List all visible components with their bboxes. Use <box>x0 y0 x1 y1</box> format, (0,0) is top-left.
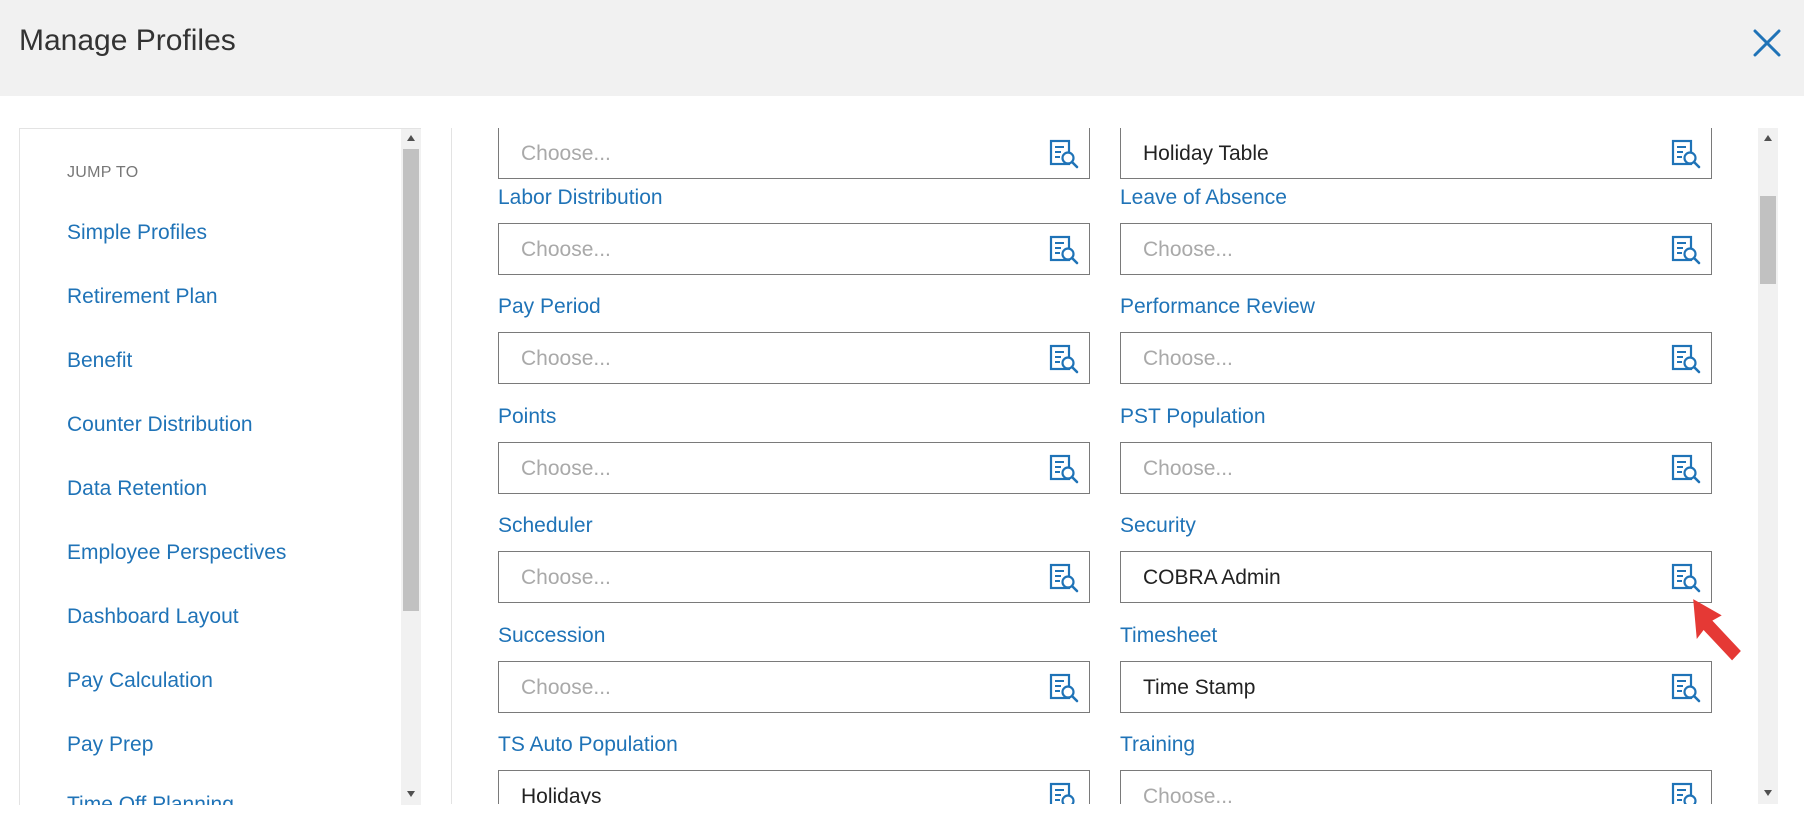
top-left-placeholder: Choose... <box>521 142 611 165</box>
ts-auto-population-label: TS Auto Population <box>498 733 678 756</box>
profiles-form: Choose... Holiday Table Labor Distributi… <box>452 128 1752 804</box>
scroll-down-arrow[interactable] <box>407 791 415 797</box>
search-list-icon[interactable] <box>1671 782 1701 804</box>
scroll-up-arrow[interactable] <box>407 135 415 141</box>
search-list-icon[interactable] <box>1049 782 1079 804</box>
top-left-input[interactable]: Choose... <box>498 128 1090 179</box>
ts-auto-population-value: Holidays <box>521 785 602 804</box>
jump-to-heading: JUMP TO <box>67 164 139 181</box>
succession-label: Succession <box>498 624 606 647</box>
labor-distribution-input[interactable]: Choose... <box>498 223 1090 275</box>
training-placeholder: Choose... <box>1143 785 1233 804</box>
performance-review-label: Performance Review <box>1120 295 1315 318</box>
labor-distribution-label: Labor Distribution <box>498 186 663 209</box>
points-input[interactable]: Choose... <box>498 442 1090 494</box>
performance-review-placeholder: Choose... <box>1143 347 1233 370</box>
search-list-icon[interactable] <box>1049 235 1079 265</box>
search-list-icon[interactable] <box>1049 563 1079 593</box>
scroll-up-arrow[interactable] <box>1764 135 1772 141</box>
content-scrollbar-thumb[interactable] <box>1760 196 1776 284</box>
jump-to-sidebar: JUMP TO Simple Profiles Retirement Plan … <box>19 128 421 805</box>
pst-population-placeholder: Choose... <box>1143 457 1233 480</box>
close-icon <box>1753 29 1781 57</box>
search-list-icon[interactable] <box>1671 139 1701 169</box>
security-label: Security <box>1120 514 1196 537</box>
red-arrow-pointer-icon <box>1693 599 1741 661</box>
scheduler-placeholder: Choose... <box>521 566 611 589</box>
sidebar-item-retirement-plan[interactable]: Retirement Plan <box>67 285 218 309</box>
scheduler-label: Scheduler <box>498 514 593 537</box>
sidebar-scrollbar-thumb[interactable] <box>403 149 419 611</box>
leave-of-absence-placeholder: Choose... <box>1143 238 1233 261</box>
ts-auto-population-input[interactable]: Holidays <box>498 770 1090 804</box>
top-right-input[interactable]: Holiday Table <box>1120 128 1712 179</box>
sidebar-item-pay-calculation[interactable]: Pay Calculation <box>67 669 213 693</box>
pst-population-input[interactable]: Choose... <box>1120 442 1712 494</box>
search-list-icon[interactable] <box>1671 235 1701 265</box>
sidebar-item-benefit[interactable]: Benefit <box>67 349 132 373</box>
security-value: COBRA Admin <box>1143 566 1281 589</box>
timesheet-value: Time Stamp <box>1143 676 1256 699</box>
leave-of-absence-input[interactable]: Choose... <box>1120 223 1712 275</box>
top-right-value: Holiday Table <box>1143 142 1269 165</box>
search-list-icon[interactable] <box>1671 563 1701 593</box>
performance-review-input[interactable]: Choose... <box>1120 332 1712 384</box>
modal-header: Manage Profiles <box>0 0 1804 96</box>
sidebar-item-counter-distribution[interactable]: Counter Distribution <box>67 413 253 437</box>
security-input[interactable]: COBRA Admin <box>1120 551 1712 603</box>
scroll-down-arrow[interactable] <box>1764 790 1772 796</box>
content-scrollbar[interactable] <box>1758 128 1778 804</box>
pay-period-input[interactable]: Choose... <box>498 332 1090 384</box>
sidebar-item-pay-prep[interactable]: Pay Prep <box>67 733 153 757</box>
pst-population-label: PST Population <box>1120 405 1266 428</box>
succession-input[interactable]: Choose... <box>498 661 1090 713</box>
sidebar-item-data-retention[interactable]: Data Retention <box>67 477 207 501</box>
search-list-icon[interactable] <box>1049 454 1079 484</box>
training-label: Training <box>1120 733 1196 756</box>
timesheet-label: Timesheet <box>1120 624 1218 647</box>
search-list-icon[interactable] <box>1671 344 1701 374</box>
succession-placeholder: Choose... <box>521 676 611 699</box>
points-placeholder: Choose... <box>521 457 611 480</box>
search-list-icon[interactable] <box>1671 673 1701 703</box>
sidebar-item-simple-profiles[interactable]: Simple Profiles <box>67 221 207 245</box>
timesheet-input[interactable]: Time Stamp <box>1120 661 1712 713</box>
page-title: Manage Profiles <box>19 24 236 57</box>
search-list-icon[interactable] <box>1049 673 1079 703</box>
search-list-icon[interactable] <box>1671 454 1701 484</box>
sidebar-item-time-off-planning[interactable]: Time Off Planning <box>67 793 234 805</box>
training-input[interactable]: Choose... <box>1120 770 1712 804</box>
search-list-icon[interactable] <box>1049 344 1079 374</box>
sidebar-item-employee-perspectives[interactable]: Employee Perspectives <box>67 541 286 565</box>
sidebar-scrollbar[interactable] <box>401 129 421 805</box>
pay-period-placeholder: Choose... <box>521 347 611 370</box>
search-list-icon[interactable] <box>1049 139 1079 169</box>
points-label: Points <box>498 405 557 428</box>
scheduler-input[interactable]: Choose... <box>498 551 1090 603</box>
labor-distribution-placeholder: Choose... <box>521 238 611 261</box>
sidebar-item-dashboard-layout[interactable]: Dashboard Layout <box>67 605 239 629</box>
pay-period-label: Pay Period <box>498 295 601 318</box>
close-button[interactable] <box>1750 26 1784 60</box>
leave-of-absence-label: Leave of Absence <box>1120 186 1287 209</box>
